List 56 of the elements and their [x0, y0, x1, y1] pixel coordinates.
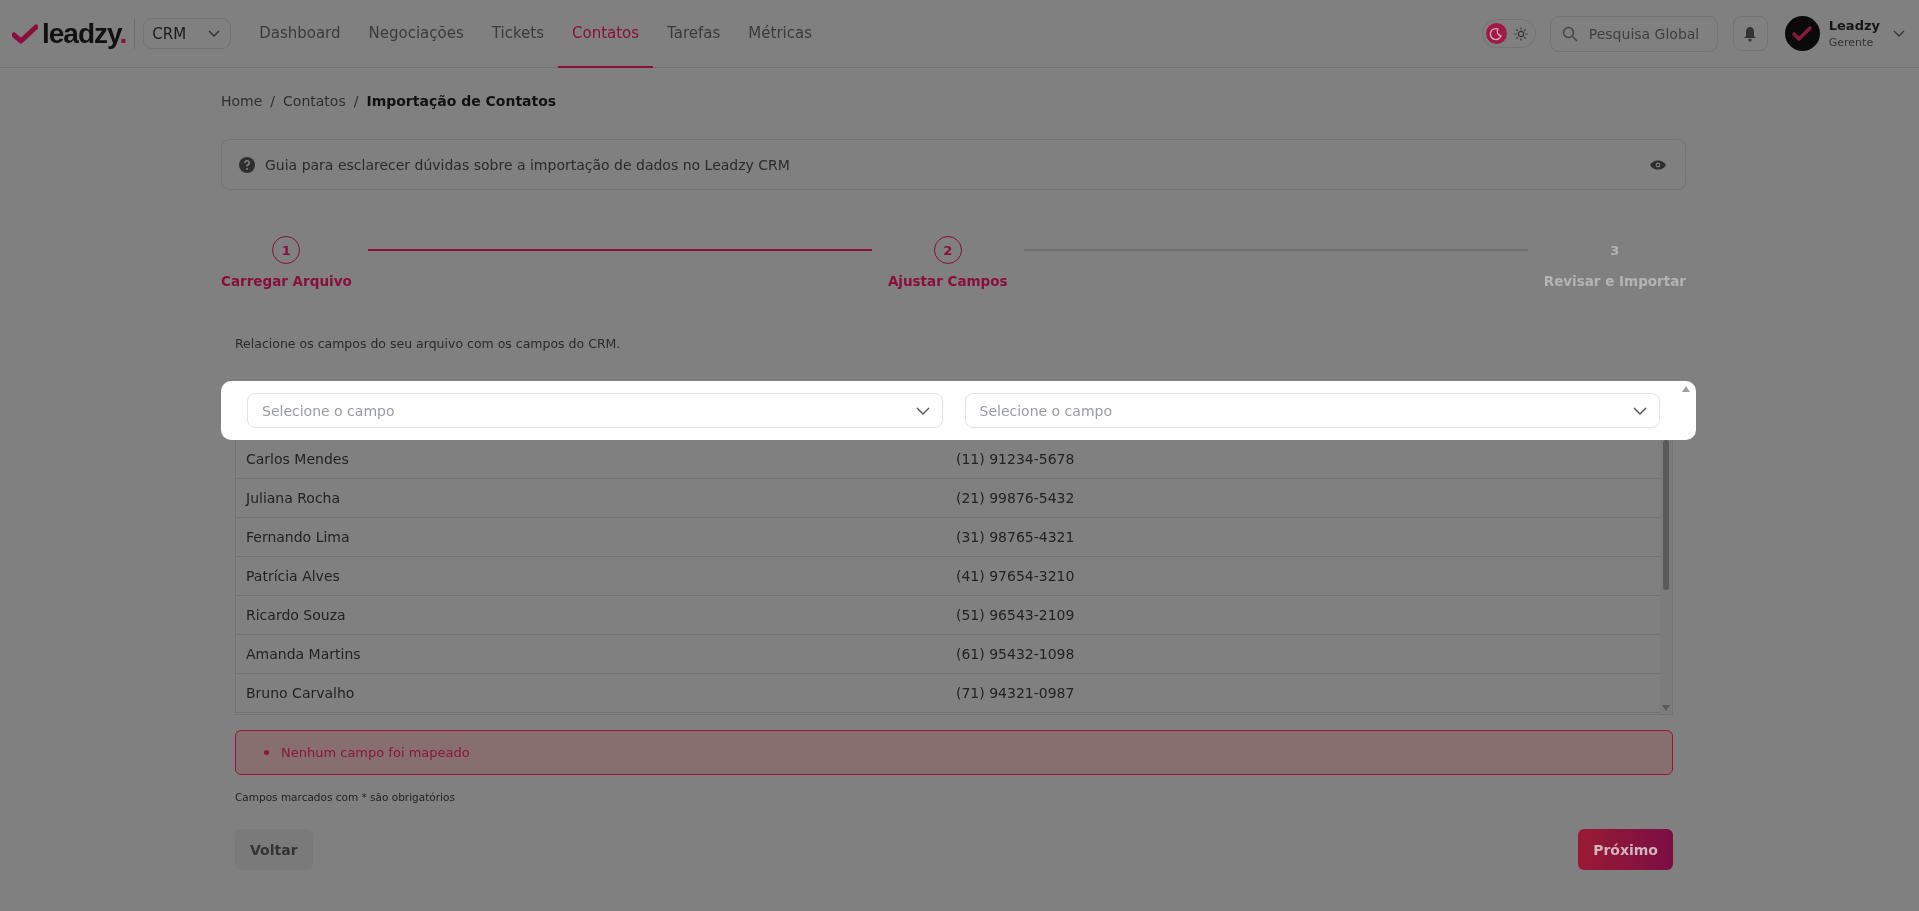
error-message: Nenhum campo foi mapeado: [281, 745, 470, 760]
table-cell-text: (41) 97654-3210: [955, 568, 1076, 584]
table-cell-text: Bruno Carvalho: [245, 685, 356, 701]
table-cell-text: (21) 99876-5432: [955, 490, 1076, 506]
table-cell-text: (31) 98765-4321: [955, 529, 1076, 545]
scrollbar[interactable]: [1660, 440, 1672, 714]
table-cell-text: (61) 95432-1098: [955, 646, 1076, 662]
table-cell-text: Ricardo Souza: [245, 607, 347, 623]
field-select[interactable]: Selecione o campo: [247, 393, 943, 428]
chevron-down-icon: [915, 407, 930, 415]
scroll-up-arrow-icon[interactable]: [1682, 386, 1690, 392]
bullet-icon: [264, 750, 269, 755]
back-button[interactable]: Voltar: [235, 829, 313, 870]
avatar[interactable]: [1784, 16, 1820, 51]
required-fields-note: Campos marcados com * são obrigatórios: [235, 791, 456, 803]
breadcrumb-link[interactable]: Home: [221, 93, 263, 109]
step-label: Ajustar Campos: [887, 273, 1008, 289]
breadcrumb-separator: /: [270, 93, 276, 109]
nav-tab[interactable]: Tickets: [477, 0, 558, 68]
step-label: Carregar Arquivo: [221, 273, 352, 289]
guide-panel[interactable]: Guia para esclarecer dúvidas sobre a importação de dados no Leadzy CRM: [221, 139, 1686, 190]
breadcrumb-link[interactable]: Contatos: [283, 93, 346, 109]
search-field[interactable]: Pesquisa Global: [1549, 15, 1718, 52]
table-cell-text: Carlos Mendes: [245, 451, 350, 467]
app-select[interactable]: CRM: [143, 18, 232, 49]
bell-icon: [1743, 25, 1758, 42]
table-cell-text: Amanda Martins: [245, 646, 362, 662]
table-cell-text: (51) 96543-2109: [955, 607, 1076, 623]
moon-theme-option[interactable]: [1485, 23, 1507, 44]
logo-text: leadzy.: [42, 17, 127, 50]
table-cell-text: (71) 94321-0987: [955, 685, 1076, 701]
table-cell-text: Patrícia Alves: [245, 568, 341, 584]
nav-tab[interactable]: Dashboard: [245, 0, 355, 68]
instruction-text: Relacione os campos do seu arquivo com os campos do CRM.: [234, 336, 622, 351]
chevron-down-icon: [208, 29, 221, 38]
nav-tab[interactable]: Métricas: [734, 0, 826, 68]
nav-tab[interactable]: Negociações: [354, 0, 478, 68]
guide-text: Guia para esclarecer dúvidas sobre a importação de dados no Leadzy CRM: [265, 156, 790, 173]
search-icon: [1561, 25, 1578, 42]
table-cell-text: Fernando Lima: [245, 529, 351, 545]
table-cell-text: (11) 91234-5678: [955, 451, 1076, 467]
table-cell-text: Juliana Rocha: [244, 490, 342, 506]
breadcrumb-separator: /: [353, 93, 359, 109]
user-name: Leadzy: [1828, 18, 1880, 33]
nav-tab[interactable]: Contatos: [558, 0, 654, 68]
field-select[interactable]: Selecione o campo: [964, 393, 1660, 428]
nav-tab[interactable]: Tarefas: [653, 0, 735, 68]
notifications-button[interactable]: [1732, 16, 1768, 51]
logo-check-icon: [12, 23, 38, 44]
eye-icon[interactable]: [1649, 158, 1667, 171]
next-button[interactable]: Próximo: [1578, 829, 1673, 870]
help-icon: [239, 156, 255, 173]
chevron-down-icon: [1633, 407, 1647, 415]
user-role: Gerente: [1828, 36, 1875, 49]
chevron-down-icon[interactable]: [1893, 29, 1905, 38]
breadcrumb-link[interactable]: Importação de Contatos: [366, 93, 557, 109]
